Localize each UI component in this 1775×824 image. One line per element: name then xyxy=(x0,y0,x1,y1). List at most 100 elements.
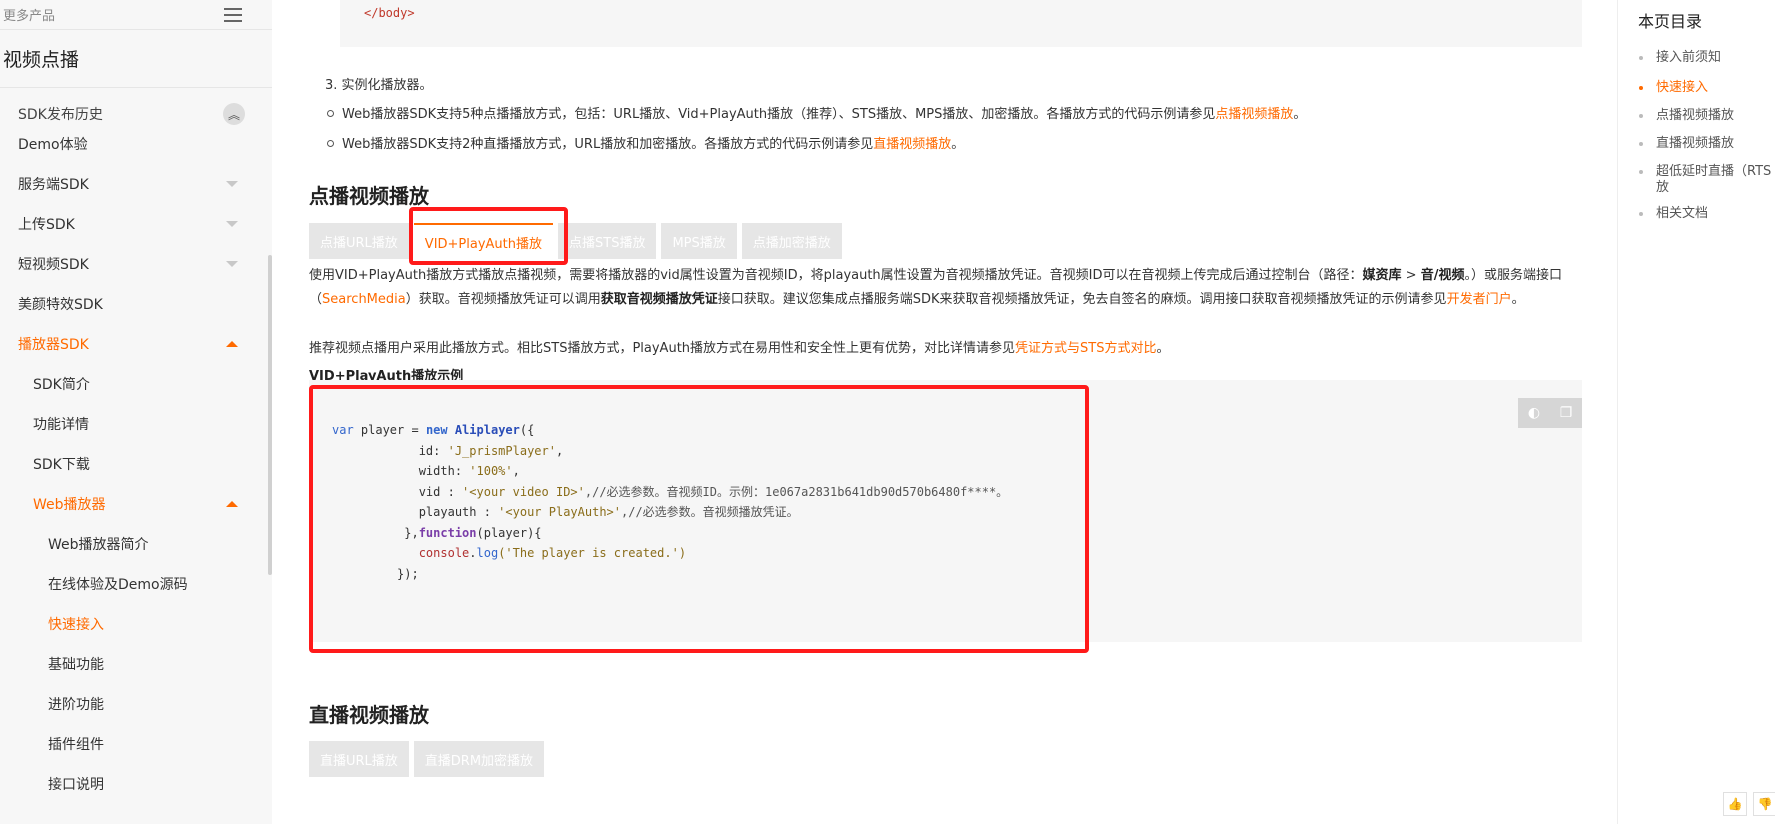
text: > xyxy=(1401,268,1421,283)
toc-item[interactable]: 相关文档 xyxy=(1638,206,1709,222)
sidebar-item[interactable]: 进阶功能 xyxy=(0,684,272,724)
text: 使用VID+PlayAuth播放方式播放点播视频，需要将播放器的vid属性设置为… xyxy=(309,268,1363,283)
toc-item[interactable]: 直播视频播放 xyxy=(1638,136,1735,152)
sidebar-item[interactable]: SDK下载 xyxy=(0,444,272,484)
tab[interactable]: 点播URL播放 xyxy=(309,223,409,259)
theme-toggle-icon[interactable]: ◐ xyxy=(1518,398,1550,428)
highlight-box-tab xyxy=(409,207,568,265)
toc-item-label: 超低延时直播（RTS xyxy=(1656,164,1772,179)
sidebar-item-label: 接口说明 xyxy=(48,777,104,793)
product-title[interactable]: 视频点播 xyxy=(0,30,272,88)
sidebar-item[interactable]: 上传SDK xyxy=(0,204,272,244)
sidebar-item-label: 美颜特效SDK xyxy=(18,297,103,313)
bullet-vod: Web播放器SDK支持5种点播播放方式，包括：URL播放、Vid+PlayAut… xyxy=(326,103,1306,122)
sidebar-item-label: 播放器SDK xyxy=(18,337,89,353)
tab[interactable]: 点播STS播放 xyxy=(558,223,657,259)
sidebar-item[interactable]: 功能详情 xyxy=(0,404,272,444)
sidebar-item-label: 快速接入 xyxy=(48,617,104,633)
code-toolbar: ◐ ❐ xyxy=(1518,398,1582,428)
toc-item-label: 放 xyxy=(1656,180,1670,195)
live-playback-link[interactable]: 直播视频播放 xyxy=(873,137,951,152)
comparison-link[interactable]: 凭证方式与STS方式对比 xyxy=(1015,341,1156,356)
text: 接口获取。建议您集成点播服务端SDK来获取音视频播放凭证，免去自签名的麻烦。调用… xyxy=(717,292,1447,307)
sidebar-item-label: SDK发布历史 xyxy=(18,107,103,123)
sidebar-item-label: SDK简介 xyxy=(33,377,90,393)
developer-portal-link[interactable]: 开发者门户 xyxy=(1447,292,1512,307)
main-content: </body> 3. 实例化播放器。 Web播放器SDK支持5种点播播放方式，包… xyxy=(272,0,1582,824)
toc-title: 本页目录 xyxy=(1638,12,1703,31)
copy-icon[interactable]: ❐ xyxy=(1550,398,1582,428)
live-heading: 直播视频播放 xyxy=(309,703,429,727)
sidebar-item-label: 在线体验及Demo源码 xyxy=(48,577,188,593)
toc-item[interactable]: 接入前须知 xyxy=(1638,50,1722,66)
toc-item[interactable]: 超低延时直播（RTS 放 xyxy=(1638,164,1772,196)
sidebar-item-label: 进阶功能 xyxy=(48,697,104,713)
sidebar-header: 更多产品 xyxy=(0,0,272,30)
collapse-up-icon[interactable]: ︽ xyxy=(223,103,245,125)
sidebar-item-label: 基础功能 xyxy=(48,657,104,673)
sidebar-item[interactable]: Web播放器简介 xyxy=(0,524,272,564)
code-block-previous: </body> xyxy=(340,0,1582,47)
sidebar-nav: SDK发布历史 Demo体验 服务端SDK 上传SDK 短视频SDK 美颜特效SDK 播放器… xyxy=(0,100,272,804)
left-sidebar: 更多产品 视频点播 ︽ SDK发布历史 Demo体验 服务端SDK 上传SDK 短视频S… xyxy=(0,0,272,824)
text: 。 xyxy=(1156,341,1170,356)
thumbs-down-icon[interactable]: 👎 xyxy=(1753,792,1775,816)
sidebar-item[interactable]: Demo体验 xyxy=(0,124,272,164)
tab[interactable]: 点播加密播放 xyxy=(741,223,842,259)
hamburger-menu-icon[interactable] xyxy=(224,7,242,22)
toc-item[interactable]: 点播视频播放 xyxy=(1638,108,1734,124)
bullet-live: Web播放器SDK支持2种直播播放方式，URL播放和加密播放。各播放方式的代码示… xyxy=(326,133,965,152)
text: 推荐视频点播用户采用此播放方式。相比STS播放方式，PlayAuth播放方式在易… xyxy=(309,341,1016,356)
toc-item[interactable]: 快速接入 xyxy=(1638,80,1709,96)
sidebar-item-label: 服务端SDK xyxy=(18,177,89,193)
chevron-down-icon[interactable] xyxy=(226,261,238,267)
sidebar-item[interactable]: 短视频SDK xyxy=(0,244,272,284)
sidebar-item[interactable]: 在线体验及Demo源码 xyxy=(0,564,272,604)
text: ）获取。音视频播放凭证可以调用 xyxy=(405,292,601,307)
chevron-down-icon[interactable] xyxy=(226,181,238,187)
sidebar-item[interactable]: Web播放器 xyxy=(0,484,272,524)
recommendation-text: 推荐视频点播用户采用此播放方式。相比STS播放方式，PlayAuth播放方式在易… xyxy=(309,337,1581,361)
sidebar-item-label: 短视频SDK xyxy=(18,257,89,273)
bold-text: 获取音视频播放凭证 xyxy=(600,292,718,307)
sidebar-item[interactable]: SDK简介 xyxy=(0,364,272,404)
bold-text: 音/视频 xyxy=(1420,268,1465,283)
vod-tabs: 点播URL播放 VID+PlayAuth播放 点播STS播放 MPS播放 点播加密播放 xyxy=(309,223,847,259)
chevron-up-icon[interactable] xyxy=(226,501,238,507)
sidebar-item[interactable]: 美颜特效SDK xyxy=(0,284,272,324)
sidebar-item[interactable]: 播放器SDK xyxy=(0,324,272,364)
bullet-end: 。 xyxy=(951,137,965,152)
chevron-up-icon[interactable] xyxy=(226,341,238,347)
vod-heading: 点播视频播放 xyxy=(309,184,429,208)
toc-item-label: 快速接入 xyxy=(1656,80,1709,95)
highlight-box-code xyxy=(309,385,1089,653)
toc-item-label: 相关文档 xyxy=(1656,206,1709,221)
thumbs-up-icon[interactable]: 👍 xyxy=(1723,792,1747,816)
bullet-text: Web播放器SDK支持2种直播播放方式，URL播放和加密播放。各播放方式的代码示… xyxy=(342,137,874,152)
more-products-link[interactable]: 更多产品 xyxy=(3,5,55,24)
bullet-text: Web播放器SDK支持5种点播播放方式，包括：URL播放、Vid+PlayAut… xyxy=(342,107,1216,122)
text: 。 xyxy=(1511,292,1525,307)
sidebar-item[interactable]: 快速接入 xyxy=(0,604,272,644)
tab[interactable]: MPS播放 xyxy=(661,223,737,259)
tab[interactable]: 直播DRM加密播放 xyxy=(413,741,545,777)
sidebar-item[interactable]: 服务端SDK xyxy=(0,164,272,204)
toc-item-label: 直播视频播放 xyxy=(1656,136,1735,151)
sidebar-item-label: Demo体验 xyxy=(18,137,88,153)
searchmedia-link[interactable]: SearchMedia xyxy=(322,292,406,307)
sidebar-item-label: Web播放器 xyxy=(33,497,106,513)
sidebar-item[interactable]: 插件组件 xyxy=(0,724,272,764)
vid-playauth-description: 使用VID+PlayAuth播放方式播放点播视频，需要将播放器的vid属性设置为… xyxy=(309,264,1581,312)
live-tabs: 直播URL播放 直播DRM加密播放 xyxy=(309,741,549,777)
bold-text: 媒资库 xyxy=(1362,268,1402,283)
sidebar-item-label: 上传SDK xyxy=(18,217,75,233)
vod-playback-link[interactable]: 点播视频播放 xyxy=(1215,107,1293,122)
code-line: </body> xyxy=(364,6,415,20)
chevron-down-icon[interactable] xyxy=(226,221,238,227)
toc-item-label: 接入前须知 xyxy=(1656,50,1722,65)
sidebar-item-label: 功能详情 xyxy=(33,417,89,433)
sidebar-item[interactable]: 基础功能 xyxy=(0,644,272,684)
sidebar-item-label: SDK下载 xyxy=(33,457,90,473)
tab[interactable]: 直播URL播放 xyxy=(309,741,409,777)
sidebar-item[interactable]: 接口说明 xyxy=(0,764,272,804)
